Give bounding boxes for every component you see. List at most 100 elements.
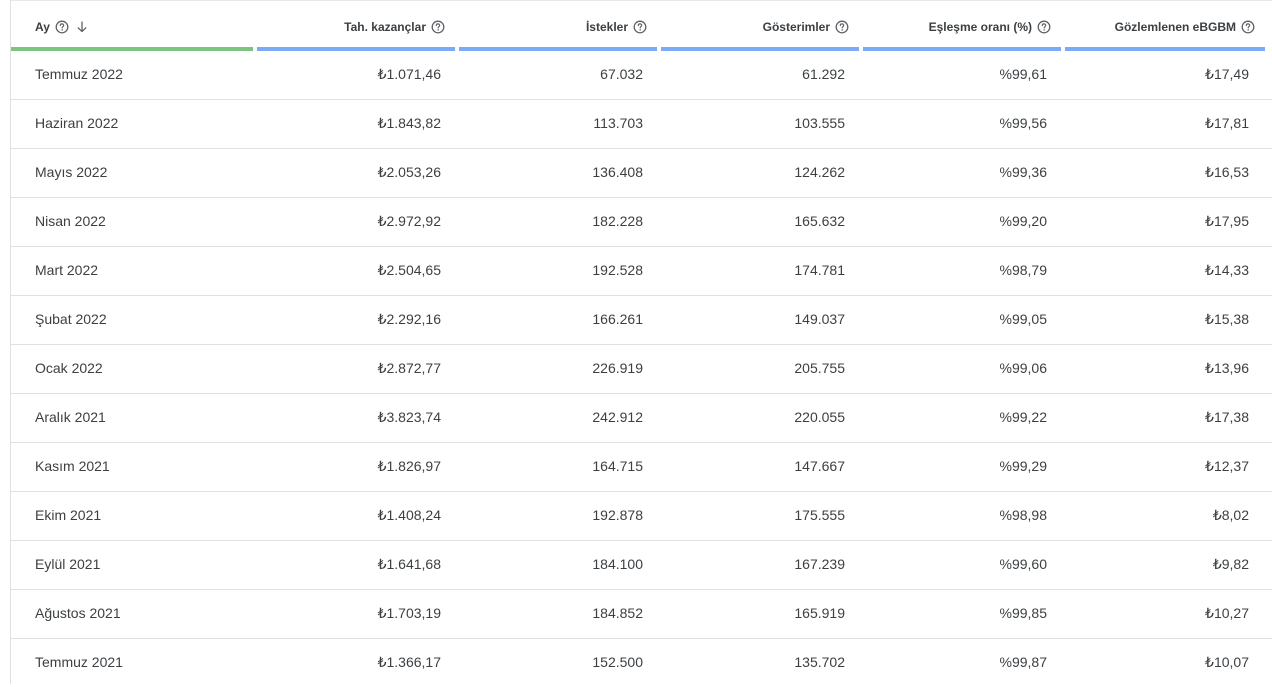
- earnings-cell: ₺2.872,77: [377, 360, 441, 376]
- earnings-cell: ₺1.703,19: [377, 605, 441, 621]
- column-header-requests[interactable]: İstekler: [459, 1, 657, 51]
- requests-cell: 164.715: [592, 458, 643, 474]
- ecpm-cell: ₺13,96: [1205, 360, 1249, 376]
- month-cell: Şubat 2022: [35, 311, 107, 327]
- column-header-label: Gözlemlenen eBGBM: [1114, 20, 1236, 34]
- earnings-cell: ₺1.071,46: [377, 66, 441, 82]
- help-circle-icon[interactable]: [55, 20, 69, 34]
- table-row[interactable]: Kasım 2021 ₺1.826,97 164.715 147.667 %99,29 ₺…: [11, 443, 1272, 492]
- help-circle-icon[interactable]: [1037, 20, 1051, 34]
- match-rate-cell: %99,29: [999, 458, 1047, 474]
- earnings-cell: ₺2.504,65: [377, 262, 441, 278]
- help-circle-icon[interactable]: [633, 20, 647, 34]
- month-cell: Ocak 2022: [35, 360, 103, 376]
- table-row[interactable]: Eylül 2021 ₺1.641,68 184.100 167.239 %99,60 ₺…: [11, 541, 1272, 590]
- column-header-ecpm[interactable]: Gözlemlenen eBGBM: [1065, 1, 1265, 51]
- table-row[interactable]: Aralık 2021 ₺3.823,74 242.912 220.055 %99,22…: [11, 394, 1272, 443]
- requests-cell: 152.500: [592, 654, 643, 670]
- match-rate-cell: %99,56: [999, 115, 1047, 131]
- match-rate-cell: %99,20: [999, 213, 1047, 229]
- impressions-cell: 165.919: [794, 605, 845, 621]
- requests-cell: 182.228: [592, 213, 643, 229]
- impressions-cell: 220.055: [794, 409, 845, 425]
- column-header-month[interactable]: Ay: [11, 1, 253, 51]
- requests-cell: 136.408: [592, 164, 643, 180]
- table-row[interactable]: Mayıs 2022 ₺2.053,26 136.408 124.262 %99,36 ₺…: [11, 149, 1272, 198]
- column-header-impressions[interactable]: Gösterimler: [661, 1, 859, 51]
- column-header-label: İstekler: [585, 20, 628, 34]
- month-cell: Nisan 2022: [35, 213, 106, 229]
- match-rate-cell: %98,98: [999, 507, 1047, 523]
- earnings-cell: ₺2.053,26: [377, 164, 441, 180]
- month-cell: Aralık 2021: [35, 409, 106, 425]
- match-rate-cell: %99,85: [999, 605, 1047, 621]
- match-rate-cell: %99,60: [999, 556, 1047, 572]
- requests-cell: 113.703: [593, 115, 643, 131]
- earnings-cell: ₺1.641,68: [377, 556, 441, 572]
- table-row[interactable]: Haziran 2022 ₺1.843,82 113.703 103.555 %99,5…: [11, 100, 1272, 149]
- requests-cell: 184.100: [592, 556, 643, 572]
- impressions-cell: 124.262: [794, 164, 845, 180]
- impressions-cell: 147.667: [794, 458, 845, 474]
- report-table: Ay Tah. kazançlar İstekler Gösterimler E…: [10, 0, 1272, 684]
- impressions-cell: 149.037: [794, 311, 845, 327]
- impressions-cell: 165.632: [794, 213, 845, 229]
- column-header-label: Tah. kazançlar: [344, 20, 426, 34]
- table-row[interactable]: Ocak 2022 ₺2.872,77 226.919 205.755 %99,06 ₺1…: [11, 345, 1272, 394]
- month-cell: Temmuz 2021: [35, 654, 123, 670]
- month-cell: Temmuz 2022: [35, 66, 123, 82]
- earnings-cell: ₺1.843,82: [377, 115, 441, 131]
- impressions-cell: 175.555: [794, 507, 845, 523]
- month-cell: Ekim 2021: [35, 507, 102, 523]
- column-header-label: Eşleşme oranı (%): [928, 20, 1032, 34]
- table-header: Ay Tah. kazançlar İstekler Gösterimler E…: [11, 1, 1272, 51]
- arrow-down-icon[interactable]: [76, 20, 88, 34]
- ecpm-cell: ₺14,33: [1205, 262, 1249, 278]
- help-circle-icon[interactable]: [1241, 20, 1255, 34]
- month-cell: Ağustos 2021: [35, 605, 121, 621]
- table-row[interactable]: Temmuz 2021 ₺1.366,17 152.500 135.702 %99,87…: [11, 639, 1272, 687]
- month-cell: Kasım 2021: [35, 458, 110, 474]
- ecpm-cell: ₺15,38: [1205, 311, 1249, 327]
- ecpm-cell: ₺9,82: [1212, 556, 1249, 572]
- ecpm-cell: ₺10,07: [1205, 654, 1249, 670]
- column-header-label: Gösterimler: [762, 20, 830, 34]
- requests-cell: 184.852: [592, 605, 643, 621]
- table-row[interactable]: Şubat 2022 ₺2.292,16 166.261 149.037 %99,05 ₺…: [11, 296, 1272, 345]
- help-circle-icon[interactable]: [431, 20, 445, 34]
- ecpm-cell: ₺16,53: [1205, 164, 1249, 180]
- match-rate-cell: %99,61: [999, 66, 1047, 82]
- month-cell: Eylül 2021: [35, 556, 101, 572]
- match-rate-cell: %99,36: [999, 164, 1047, 180]
- column-header-match-rate[interactable]: Eşleşme oranı (%): [863, 1, 1061, 51]
- impressions-cell: 174.781: [794, 262, 845, 278]
- match-rate-cell: %99,22: [999, 409, 1047, 425]
- table-row[interactable]: Mart 2022 ₺2.504,65 192.528 174.781 %98,79 ₺1…: [11, 247, 1272, 296]
- help-circle-icon[interactable]: [835, 20, 849, 34]
- requests-cell: 226.919: [592, 360, 643, 376]
- column-header-label: Ay: [35, 20, 50, 34]
- table-row[interactable]: Nisan 2022 ₺2.972,92 182.228 165.632 %99,20 ₺…: [11, 198, 1272, 247]
- earnings-cell: ₺1.408,24: [377, 507, 441, 523]
- ecpm-cell: ₺17,95: [1205, 213, 1249, 229]
- table-row[interactable]: Ağustos 2021 ₺1.703,19 184.852 165.919 %99,8…: [11, 590, 1272, 639]
- table-body: Temmuz 2022 ₺1.071,46 67.032 61.292 %99,61 ₺1…: [11, 51, 1272, 687]
- table-row[interactable]: Ekim 2021 ₺1.408,24 192.878 175.555 %98,98 ₺8…: [11, 492, 1272, 541]
- earnings-cell: ₺3.823,74: [377, 409, 441, 425]
- ecpm-cell: ₺17,81: [1205, 115, 1249, 131]
- impressions-cell: 61.292: [802, 66, 845, 82]
- ecpm-cell: ₺10,27: [1205, 605, 1249, 621]
- ecpm-cell: ₺12,37: [1205, 458, 1249, 474]
- impressions-cell: 135.702: [794, 654, 845, 670]
- ecpm-cell: ₺17,38: [1205, 409, 1249, 425]
- impressions-cell: 167.239: [794, 556, 845, 572]
- column-header-earnings[interactable]: Tah. kazançlar: [257, 1, 455, 51]
- earnings-cell: ₺1.826,97: [377, 458, 441, 474]
- match-rate-cell: %99,87: [999, 654, 1047, 670]
- month-cell: Mayıs 2022: [35, 164, 108, 180]
- ecpm-cell: ₺17,49: [1205, 66, 1249, 82]
- match-rate-cell: %99,06: [999, 360, 1047, 376]
- month-cell: Haziran 2022: [35, 115, 119, 131]
- table-row[interactable]: Temmuz 2022 ₺1.071,46 67.032 61.292 %99,61 ₺1…: [11, 51, 1272, 100]
- requests-cell: 242.912: [592, 409, 643, 425]
